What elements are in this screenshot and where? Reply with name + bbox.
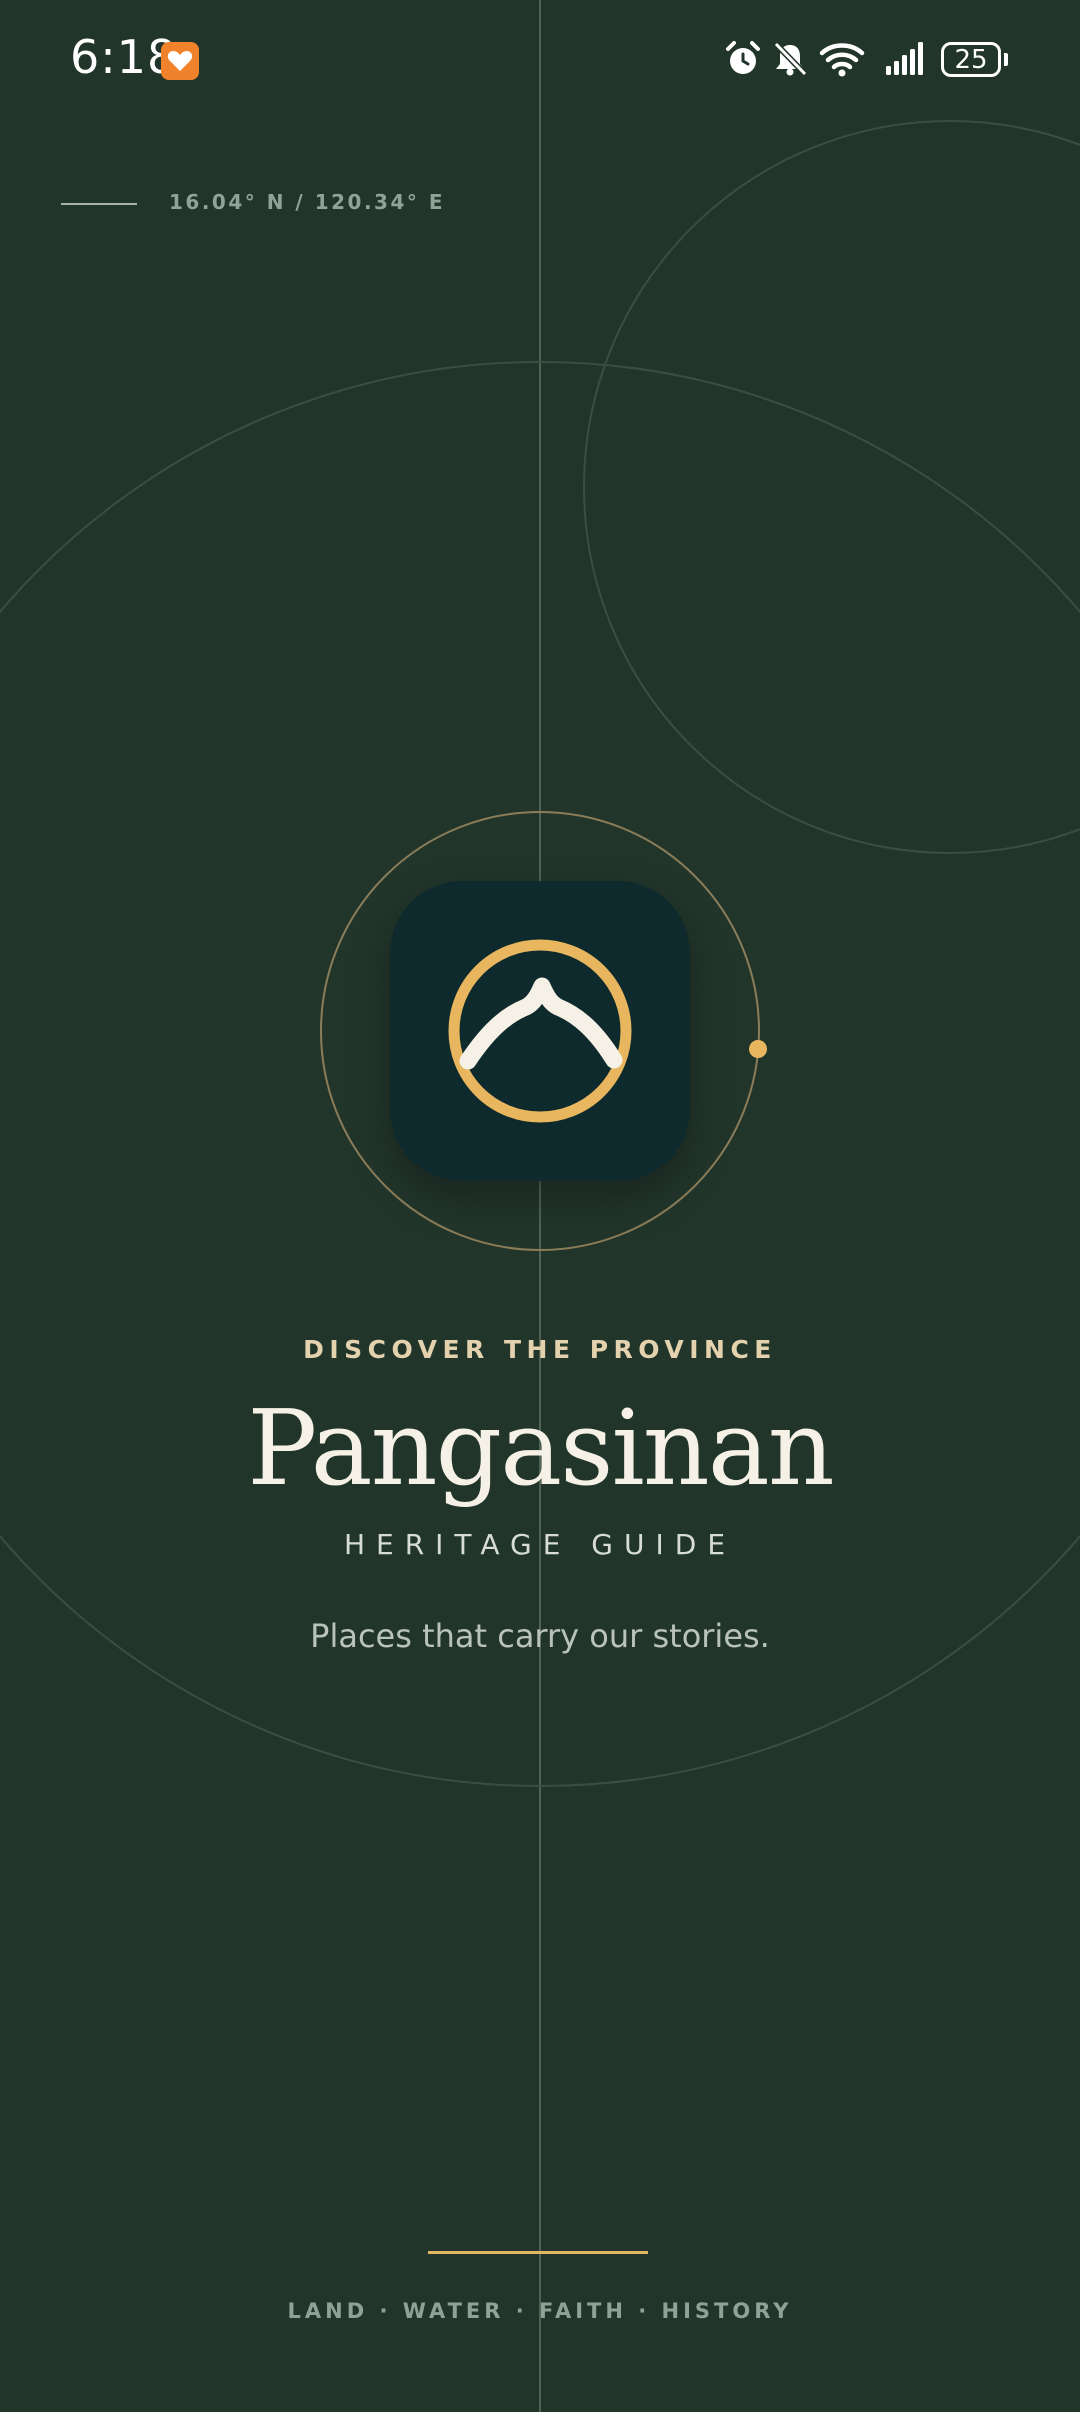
background-decoration bbox=[0, 0, 1080, 2412]
orbit-dot bbox=[749, 1040, 767, 1058]
bell-muted-icon bbox=[773, 41, 808, 77]
tagline: Places that carry our stories. bbox=[310, 1617, 770, 1655]
subtitle-label: HERITAGE GUIDE bbox=[343, 1528, 737, 1561]
signal-icon bbox=[886, 42, 923, 75]
eyebrow-label: DISCOVER THE PROVINCE bbox=[303, 1335, 777, 1364]
coordinate-rule bbox=[61, 203, 137, 205]
battery-icon: 25 bbox=[941, 42, 1001, 77]
battery-tip bbox=[1004, 53, 1008, 66]
app-logo bbox=[390, 881, 690, 1181]
alarm-icon bbox=[726, 41, 760, 74]
footer-accent-line bbox=[428, 2251, 648, 2254]
coordinates-label: 16.04° N / 120.34° E bbox=[169, 190, 445, 214]
app-badge-heart-icon bbox=[161, 42, 199, 80]
footer-pillars: LAND · WATER · FAITH · HISTORY bbox=[287, 2299, 793, 2323]
page-title: Pangasinan bbox=[247, 1387, 834, 1509]
top-right-circle bbox=[583, 120, 1080, 854]
status-bar: 6:18 25 bbox=[0, 0, 1080, 120]
arch-emblem-icon bbox=[448, 939, 632, 1123]
wifi-icon bbox=[819, 43, 865, 77]
